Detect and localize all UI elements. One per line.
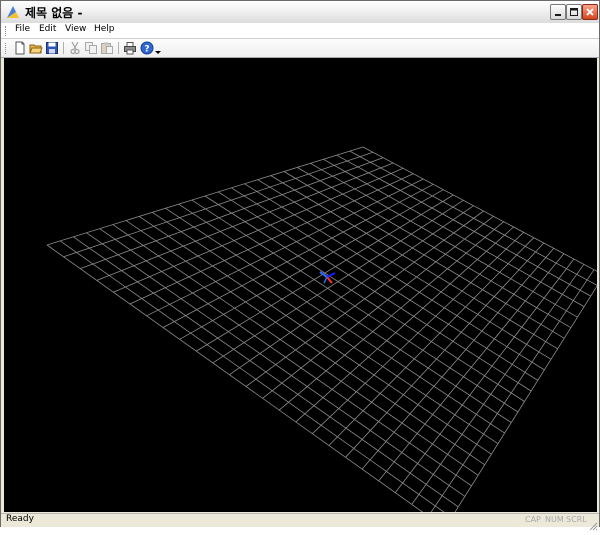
close-button[interactable] bbox=[582, 4, 598, 20]
paste-icon bbox=[101, 42, 113, 54]
save-button[interactable] bbox=[45, 41, 59, 55]
grid-line bbox=[312, 232, 524, 434]
grid-line bbox=[46, 244, 424, 512]
save-disk-icon bbox=[46, 42, 58, 54]
toolbar-overflow-button[interactable] bbox=[154, 41, 162, 55]
window-title: 제목 없음 - bbox=[25, 6, 83, 20]
help-button[interactable]: ? bbox=[140, 41, 154, 55]
grid-line bbox=[283, 171, 565, 339]
caps-lock-indicator: CAP bbox=[525, 515, 541, 524]
origin-axes-marker bbox=[319, 271, 336, 284]
3d-viewport[interactable] bbox=[4, 58, 597, 512]
title-bar[interactable]: 제목 없음 - bbox=[1, 1, 599, 24]
toolbar-separator bbox=[63, 42, 64, 54]
status-bar: Ready CAP NUM SCRL bbox=[1, 513, 599, 531]
num-lock-indicator: NUM bbox=[545, 515, 564, 524]
grid-line bbox=[323, 158, 585, 307]
open-button[interactable] bbox=[29, 41, 43, 55]
grid-lines bbox=[46, 146, 597, 512]
copy-button[interactable] bbox=[84, 41, 98, 55]
grid-line bbox=[257, 179, 552, 360]
app-icon[interactable] bbox=[5, 4, 21, 20]
print-icon bbox=[124, 42, 136, 55]
resize-grip-icon[interactable] bbox=[589, 516, 598, 531]
scroll-lock-indicator: SCRL bbox=[566, 515, 587, 524]
grid-line bbox=[296, 167, 572, 329]
menu-bar: File Edit View Help bbox=[1, 23, 599, 39]
cut-button[interactable] bbox=[68, 41, 82, 55]
paste-button[interactable] bbox=[100, 41, 114, 55]
new-file-button[interactable] bbox=[13, 41, 27, 55]
minimize-button[interactable] bbox=[550, 4, 566, 20]
toolbar-grip[interactable] bbox=[5, 43, 8, 54]
grid-line bbox=[270, 175, 558, 350]
minimize-icon bbox=[555, 14, 561, 16]
maximize-button[interactable] bbox=[566, 4, 582, 20]
grid-line bbox=[454, 285, 597, 512]
menubar-grip[interactable] bbox=[5, 26, 8, 36]
menu-file[interactable]: File bbox=[15, 24, 30, 34]
copy-icon bbox=[85, 42, 97, 54]
axis-x-line bbox=[326, 276, 333, 284]
toolbar: ? bbox=[1, 39, 599, 58]
new-file-icon bbox=[15, 41, 25, 55]
open-folder-icon bbox=[29, 44, 43, 54]
grid-line bbox=[430, 269, 595, 512]
print-button[interactable] bbox=[123, 41, 137, 55]
grid-line bbox=[411, 264, 585, 505]
cut-scissors-icon bbox=[70, 41, 80, 55]
close-icon bbox=[586, 8, 594, 16]
dropdown-arrow-icon bbox=[155, 51, 161, 54]
status-text: Ready bbox=[6, 514, 34, 524]
axis-y2-line bbox=[323, 276, 328, 284]
menu-edit[interactable]: Edit bbox=[39, 24, 56, 34]
maximize-icon bbox=[570, 8, 578, 16]
application-window: 제목 없음 - File Edit View Help ? Ready CAP … bbox=[0, 0, 600, 531]
svg-text:?: ? bbox=[144, 44, 149, 54]
toolbar-separator bbox=[118, 42, 119, 54]
ground-grid bbox=[46, 146, 597, 512]
grid-line bbox=[345, 242, 545, 458]
help-icon: ? bbox=[140, 41, 154, 55]
menu-help[interactable]: Help bbox=[94, 24, 115, 34]
menu-view[interactable]: View bbox=[65, 24, 86, 34]
